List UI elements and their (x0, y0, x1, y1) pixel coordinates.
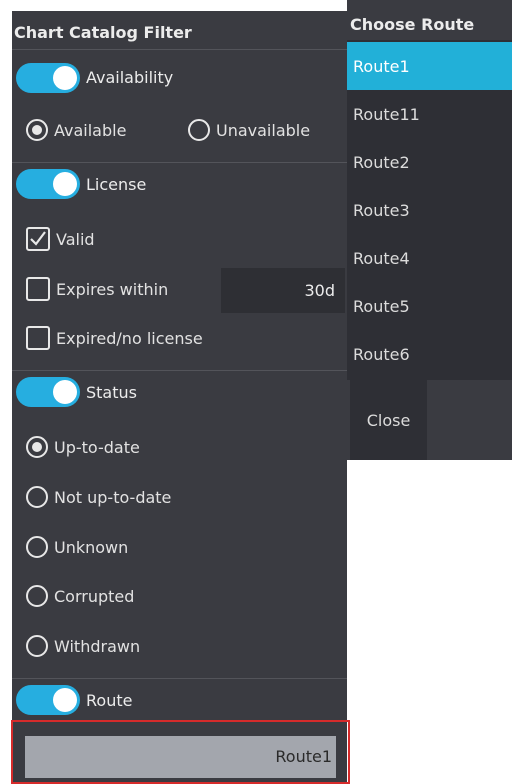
route-option[interactable]: Route6 (347, 330, 512, 378)
route-label: Route (86, 691, 133, 710)
radio-empty-icon (26, 536, 48, 558)
radio-not-up-to-date-label: Not up-to-date (54, 487, 172, 507)
checkbox-empty-icon (26, 326, 50, 350)
radio-empty-icon (26, 635, 48, 657)
license-toggle[interactable] (16, 169, 80, 199)
toggle-knob (53, 66, 77, 90)
toggle-knob (53, 688, 77, 712)
divider (12, 162, 347, 163)
radio-empty-icon (26, 486, 48, 508)
radio-empty-icon (188, 119, 210, 141)
availability-toggle[interactable] (16, 63, 80, 93)
checkbox-expired[interactable]: Expired/no license (26, 323, 203, 353)
divider (12, 370, 347, 371)
radio-empty-icon (26, 585, 48, 607)
route-option[interactable]: Route3 (347, 186, 512, 234)
route-dropdown-header: Choose Route (347, 0, 512, 40)
status-label: Status (86, 383, 137, 402)
route-option[interactable]: Route11 (347, 90, 512, 138)
radio-unavailable[interactable]: Unavailable (188, 115, 310, 145)
radio-up-to-date[interactable]: Up-to-date (26, 432, 140, 462)
availability-label: Availability (86, 68, 174, 87)
radio-corrupted-label: Corrupted (54, 586, 135, 606)
status-toggle[interactable] (16, 377, 80, 407)
route-dropdown-title: Choose Route (350, 15, 475, 34)
route-toggle[interactable] (16, 685, 80, 715)
route-input-highlight: Route1 (11, 720, 350, 784)
checkbox-empty-icon (26, 277, 50, 301)
toggle-knob (53, 172, 77, 196)
radio-selected-icon (26, 119, 48, 141)
expires-days-field[interactable]: 30d (221, 268, 345, 313)
checkbox-expired-label: Expired/no license (56, 328, 203, 348)
close-button[interactable]: Close (350, 380, 427, 460)
radio-unknown[interactable]: Unknown (26, 532, 128, 562)
choose-route-dropdown: Choose Route Route1 Route11 Route2 Route… (347, 0, 512, 460)
route-option[interactable]: Route4 (347, 234, 512, 282)
radio-corrupted[interactable]: Corrupted (26, 581, 134, 611)
toggle-knob (53, 380, 77, 404)
checkbox-valid[interactable]: Valid (26, 224, 95, 254)
radio-selected-icon (26, 436, 48, 458)
radio-up-to-date-label: Up-to-date (54, 437, 140, 457)
radio-not-up-to-date[interactable]: Not up-to-date (26, 482, 171, 512)
checkbox-expires-within[interactable]: Expires within (26, 274, 168, 304)
radio-withdrawn-label: Withdrawn (54, 636, 141, 656)
route-option[interactable]: Route1 (347, 42, 512, 90)
radio-available-label: Available (54, 120, 127, 140)
radio-unavailable-label: Unavailable (216, 120, 311, 140)
chart-catalog-filter-panel: Chart Catalog Filter Availability Availa… (12, 11, 347, 784)
route-dropdown-footer: Close (347, 380, 512, 460)
divider (12, 49, 347, 50)
panel-title: Chart Catalog Filter (14, 23, 192, 42)
radio-available[interactable]: Available (26, 115, 126, 145)
checkbox-valid-label: Valid (56, 229, 95, 249)
route-input[interactable]: Route1 (25, 736, 336, 778)
checkbox-expires-label: Expires within (56, 279, 169, 299)
radio-unknown-label: Unknown (54, 537, 129, 557)
license-label: License (86, 175, 147, 194)
checkbox-checked-icon (26, 227, 50, 251)
divider (12, 678, 347, 679)
route-option[interactable]: Route2 (347, 138, 512, 186)
radio-withdrawn[interactable]: Withdrawn (26, 631, 140, 661)
route-option[interactable]: Route5 (347, 282, 512, 330)
